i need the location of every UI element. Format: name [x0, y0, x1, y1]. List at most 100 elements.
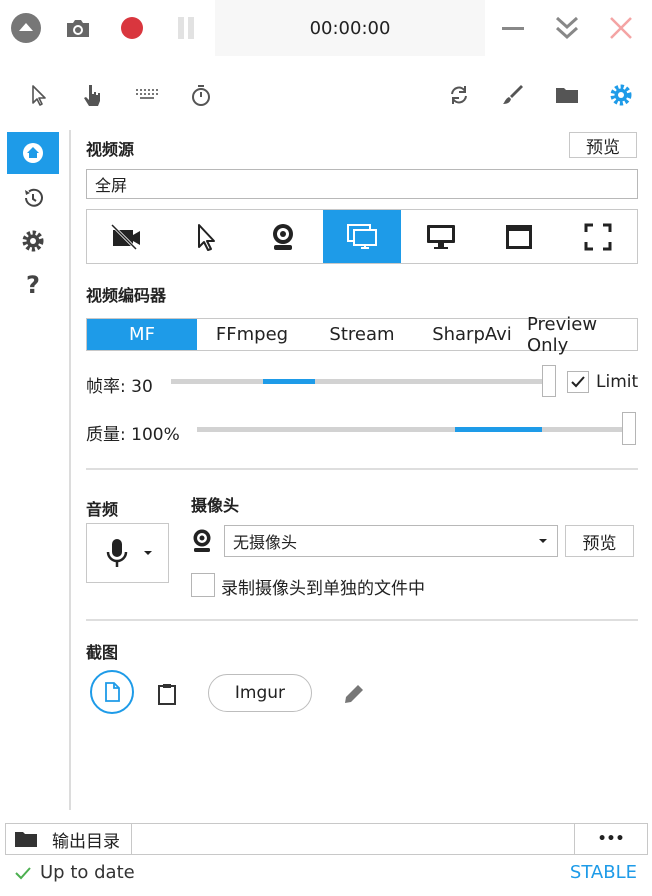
- monitor-icon: [426, 224, 455, 249]
- title-bar: 00:00:00: [0, 0, 652, 58]
- source-no-video[interactable]: [87, 210, 166, 263]
- double-chevron-down-icon: [555, 16, 579, 40]
- camera-icon: [67, 20, 89, 37]
- minimize-button[interactable]: [498, 14, 528, 42]
- brush-icon: [503, 85, 523, 104]
- collapse-icon: [11, 13, 41, 43]
- screenshot-button[interactable]: [64, 14, 92, 42]
- show-keystrokes-button[interactable]: [133, 82, 161, 108]
- close-button[interactable]: [606, 13, 636, 43]
- webcam-select-value: 无摄像头: [233, 533, 298, 552]
- webcam-title: 摄像头: [191, 496, 240, 515]
- keyboard-icon: [136, 89, 158, 99]
- separate-file-label: 录制摄像头到单独的文件中: [221, 579, 425, 599]
- screens-icon: [347, 223, 378, 249]
- output-path-field[interactable]: [131, 823, 575, 855]
- source-window[interactable]: [480, 210, 559, 263]
- folder-icon: [15, 832, 37, 847]
- screenshot-to-clipboard-button[interactable]: [153, 680, 181, 708]
- source-all-screens[interactable]: [322, 210, 402, 263]
- record-icon: [121, 17, 143, 39]
- minimize-to-tray-button[interactable]: [552, 12, 582, 44]
- limit-label: Limit: [596, 372, 639, 392]
- quality-slider-track[interactable]: [197, 427, 629, 432]
- audio-title: 音频: [86, 500, 119, 519]
- checkmark-icon: [15, 866, 31, 879]
- framerate-label: 帧率: 30: [86, 377, 153, 397]
- pause-button[interactable]: [172, 14, 200, 42]
- cursor-icon: [32, 85, 46, 106]
- source-monitor[interactable]: [401, 210, 480, 263]
- update-status-text: Up to date: [40, 862, 135, 883]
- video-source-title: 视频源: [86, 140, 135, 159]
- draw-button[interactable]: [500, 82, 526, 108]
- stopwatch-icon: [192, 85, 210, 106]
- encoder-option-sharpavi[interactable]: SharpAvi: [417, 319, 527, 350]
- webcam-indicator: [191, 528, 215, 554]
- encoder-option-preview-only[interactable]: Preview Only: [527, 314, 637, 356]
- limit-checkbox[interactable]: [567, 371, 589, 393]
- microphone-icon: [106, 539, 127, 567]
- refresh-icon: [451, 86, 467, 104]
- collapse-button[interactable]: [10, 12, 42, 44]
- quality-slider-fill: [455, 427, 542, 432]
- screenshot-editor-button[interactable]: [341, 680, 367, 708]
- more-options-button[interactable]: •••: [574, 823, 648, 855]
- open-folder-button[interactable]: [554, 82, 580, 108]
- audio-source-dropdown[interactable]: [86, 523, 169, 583]
- sidebar-item-history[interactable]: [7, 177, 59, 219]
- checkmark-icon: [571, 376, 585, 388]
- encoder-option-stream[interactable]: Stream: [307, 319, 417, 350]
- webcam-icon: [273, 223, 294, 250]
- video-encoder-title: 视频编码器: [86, 286, 167, 305]
- sidebar-item-settings[interactable]: [7, 220, 59, 262]
- source-region-pointer[interactable]: [166, 210, 245, 263]
- timer-button[interactable]: [188, 82, 214, 108]
- release-channel-link[interactable]: STABLE: [570, 862, 637, 883]
- pause-icon: [178, 17, 194, 39]
- imgur-button[interactable]: Imgur: [208, 674, 312, 712]
- show-cursor-button[interactable]: [26, 82, 52, 108]
- output-folder-button[interactable]: 输出目录: [5, 823, 132, 855]
- sidebar-divider: [69, 130, 71, 810]
- settings-button[interactable]: [608, 82, 634, 108]
- chevron-down-icon: [539, 539, 547, 543]
- file-icon: [105, 682, 120, 702]
- encoder-option-ffmpeg[interactable]: FFmpeg: [197, 319, 307, 350]
- framerate-slider-track[interactable]: [171, 379, 549, 384]
- record-button[interactable]: [118, 14, 146, 42]
- question-mark-icon: ?: [26, 271, 40, 299]
- source-type-selector: [86, 209, 638, 264]
- history-icon: [25, 188, 43, 207]
- sidebar-item-help[interactable]: ?: [7, 264, 59, 306]
- update-status: Up to date: [14, 862, 135, 883]
- separate-file-checkbox[interactable]: [191, 573, 215, 597]
- minimize-icon: [502, 27, 524, 30]
- output-folder-label: 输出目录: [52, 831, 120, 852]
- sidebar-item-home[interactable]: [7, 132, 59, 174]
- show-clicks-button[interactable]: [79, 82, 105, 108]
- source-preview-button[interactable]: 预览: [569, 132, 637, 158]
- quality-slider-thumb[interactable]: [622, 412, 636, 445]
- webcam-select[interactable]: 无摄像头: [224, 525, 558, 557]
- section-divider: [86, 619, 638, 621]
- chevron-down-icon: [143, 551, 152, 555]
- framerate-slider-fill: [263, 379, 315, 384]
- source-current-field[interactable]: 全屏: [86, 169, 638, 199]
- encoder-option-mf[interactable]: MF: [87, 319, 197, 350]
- section-divider: [86, 468, 638, 470]
- close-icon: [610, 17, 632, 39]
- refresh-button[interactable]: [446, 82, 472, 108]
- pencil-icon: [345, 685, 363, 703]
- window-icon: [506, 224, 533, 249]
- screenshot-to-file-button[interactable]: [90, 670, 134, 714]
- webcam-preview-button[interactable]: 预览: [565, 525, 634, 557]
- hand-pointer-icon: [84, 85, 100, 106]
- pointer-icon: [197, 223, 215, 251]
- framerate-slider-thumb[interactable]: [542, 365, 556, 397]
- source-fullscreen-region[interactable]: [558, 210, 637, 263]
- home-icon: [23, 143, 43, 163]
- toolbar: [0, 70, 652, 120]
- source-webcam[interactable]: [244, 210, 323, 263]
- webcam-icon: [193, 529, 211, 552]
